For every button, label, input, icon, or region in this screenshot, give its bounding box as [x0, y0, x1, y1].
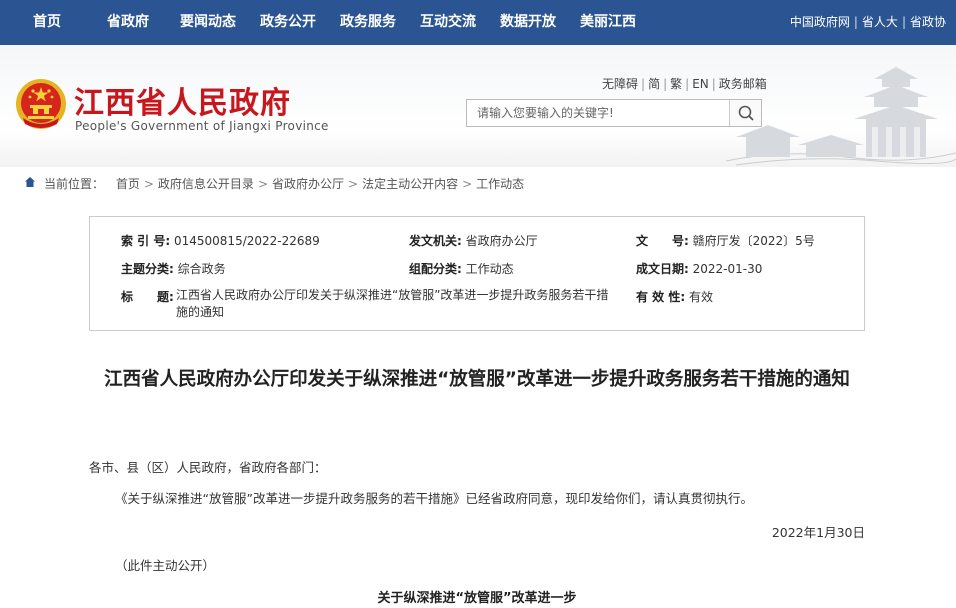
validity-label: 有 效 性: — [636, 290, 686, 304]
document-number-value: 赣府厅发〔2022〕5号 — [692, 234, 815, 248]
location-icon — [25, 177, 35, 187]
validity-value: 有效 — [688, 290, 713, 304]
nav-item-open-data[interactable]: 数据开放 — [500, 0, 556, 45]
index-number-row: 索 引 号: 014500815/2022-22689 — [121, 232, 320, 249]
breadcrumb-statutory-disclosure[interactable]: 法定主动公开内容 — [362, 177, 458, 191]
divider: | — [853, 15, 858, 29]
site-logo-chinese[interactable]: 江西省人民政府 — [74, 78, 291, 122]
document-number-row: 文 号: 赣府厅发〔2022〕5号 — [636, 232, 815, 249]
issuer-label: 发文机关: — [409, 234, 462, 248]
national-emblem-icon — [16, 79, 66, 129]
article-date: 2022年1月30日 — [771, 525, 865, 540]
divider: | — [685, 77, 690, 91]
category-value: 工作动态 — [465, 262, 514, 276]
topic-label: 主题分类: — [121, 262, 174, 276]
title-row-label: 标 题: — [121, 288, 174, 305]
issuer-value: 省政府办公厅 — [465, 234, 538, 248]
article-salutation: 各市、县（区）人民政府，省政府各部门： — [89, 460, 327, 475]
simplified-chinese-link[interactable]: 简 — [648, 77, 660, 91]
link-china-gov[interactable]: 中国政府网 — [790, 15, 850, 29]
title-label: 标 题: — [121, 290, 174, 304]
breadcrumb-work-news[interactable]: 工作动态 — [476, 177, 524, 191]
attachment-title: 关于纵深推进“放管服”改革进一步 — [377, 591, 577, 606]
site-logo-english: People's Government of Jiangxi Province — [75, 119, 329, 133]
nav-item-interaction[interactable]: 互动交流 — [420, 0, 476, 45]
nav-item-provincial-gov[interactable]: 省政府 — [107, 0, 149, 45]
category-row: 组配分类: 工作动态 — [409, 260, 514, 277]
breadcrumb: 当前位置： 首页 > 政府信息公开目录 > 省政府办公厅 > 法定主动公开内容 > 工作动态 — [0, 167, 956, 197]
breadcrumb-separator: > — [257, 177, 268, 191]
tengwang-pavilion-illustration — [726, 67, 956, 166]
traditional-chinese-link[interactable]: 繁 — [670, 77, 682, 91]
date-value: 2022-01-30 — [692, 262, 763, 276]
index-number-label: 索 引 号: — [121, 234, 171, 248]
article-title: 江西省人民政府办公厅印发关于纵深推进“放管服”改革进一步提升政务服务若干措施的通… — [104, 369, 850, 390]
english-link[interactable]: EN — [692, 77, 709, 91]
divider: | — [901, 15, 906, 29]
external-links: 中国政府网 | 省人大 | 省政协 — [790, 0, 946, 45]
date-label: 成文日期: — [636, 262, 689, 276]
breadcrumb-separator: > — [462, 177, 473, 191]
nav-item-gov-services[interactable]: 政务服务 — [340, 0, 396, 45]
link-provincial-cppcc[interactable]: 省政协 — [910, 15, 946, 29]
breadcrumb-info-catalog[interactable]: 政府信息公开目录 — [158, 177, 254, 191]
document-number-label: 文 号: — [636, 234, 689, 248]
breadcrumb-prefix: 当前位置： — [44, 177, 105, 191]
divider: | — [641, 77, 646, 91]
site-header: 江西省人民政府 People's Government of Jiangxi P… — [0, 45, 956, 167]
nav-item-gov-affairs-open[interactable]: 政务公开 — [260, 0, 316, 45]
search-box — [466, 99, 762, 127]
nav-item-beautiful-jiangxi[interactable]: 美丽江西 — [580, 0, 636, 45]
search-input[interactable] — [467, 100, 729, 126]
breadcrumb-trail: 当前位置： 首页 > 政府信息公开目录 > 省政府办公厅 > 法定主动公开内容 > 工作动态 — [44, 175, 524, 192]
topic-value: 综合政务 — [177, 262, 226, 276]
accessibility-link[interactable]: 无障碍 — [602, 77, 638, 91]
issuer-row: 发文机关: 省政府办公厅 — [409, 232, 538, 249]
validity-row: 有 效 性: 有效 — [636, 288, 713, 305]
breadcrumb-separator: > — [143, 177, 154, 191]
nav-item-news[interactable]: 要闻动态 — [180, 0, 236, 45]
divider: | — [663, 77, 668, 91]
breadcrumb-home[interactable]: 首页 — [116, 177, 140, 191]
date-row: 成文日期: 2022-01-30 — [636, 260, 762, 277]
breadcrumb-general-office[interactable]: 省政府办公厅 — [272, 177, 344, 191]
document-info-table: 索 引 号: 014500815/2022-22689 发文机关: 省政府办公厅… — [89, 216, 865, 331]
topic-row: 主题分类: 综合政务 — [121, 260, 226, 277]
top-navigation-bar: 首页 省政府 要闻动态 政务公开 政务服务 互动交流 数据开放 美丽江西 中国政… — [0, 0, 956, 45]
article-body-paragraph: 《关于纵深推进“放管服”改革进一步提升政务服务的若干措施》已经省政府同意，现印发… — [115, 491, 753, 506]
index-number-value: 014500815/2022-22689 — [173, 234, 320, 248]
article-disclosure-note: （此件主动公开） — [115, 558, 216, 573]
category-label: 组配分类: — [409, 262, 462, 276]
title-value: 江西省人民政府办公厅印发关于纵深推进“放管服”改革进一步提升政务服务若干措施的通… — [176, 288, 609, 319]
breadcrumb-separator: > — [348, 177, 359, 191]
nav-item-home[interactable]: 首页 — [33, 0, 61, 45]
link-provincial-congress[interactable]: 省人大 — [862, 15, 898, 29]
divider: | — [711, 77, 716, 91]
